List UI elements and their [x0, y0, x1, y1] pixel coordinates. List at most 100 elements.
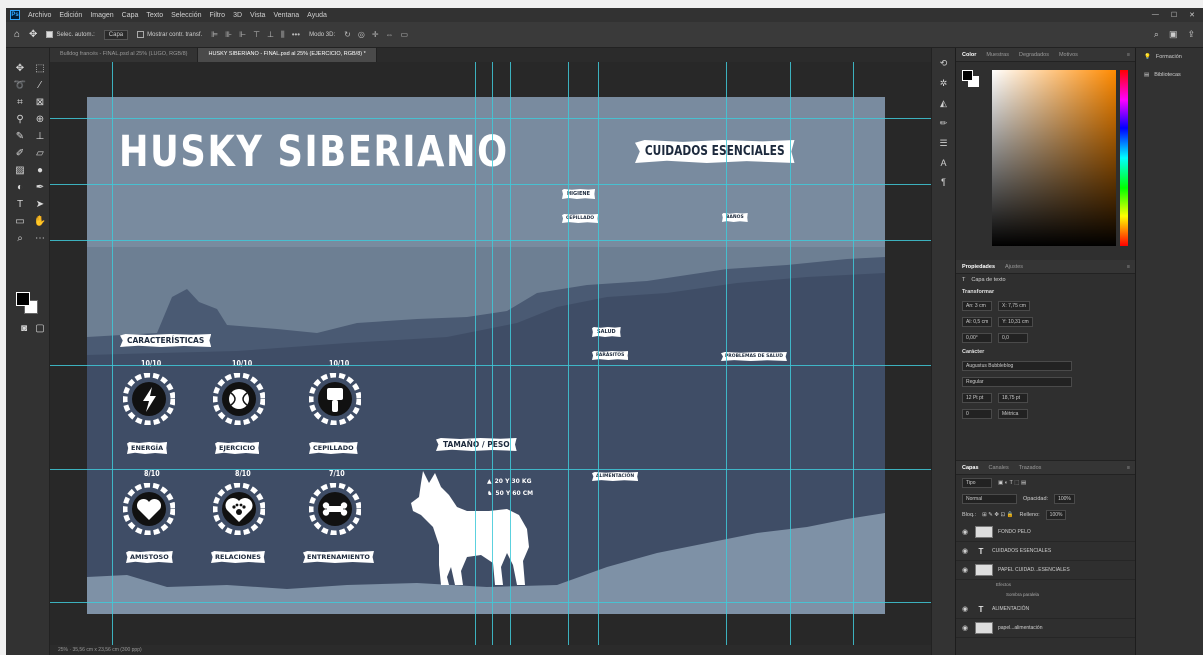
- tracking-field[interactable]: 0: [962, 409, 992, 419]
- layer-row[interactable]: ◉ PAPEL CUIDAD...ESENCIALES: [956, 561, 1136, 580]
- settings-icon[interactable]: ✲: [940, 78, 948, 89]
- cepillado-label[interactable]: CEPILLADO: [309, 442, 358, 454]
- page-title[interactable]: HUSKY SIBERIANO: [119, 127, 509, 177]
- menu-seleccion[interactable]: Selección: [171, 12, 201, 19]
- husky-silhouette-icon[interactable]: [409, 467, 539, 589]
- auto-select-dropdown[interactable]: Capa: [103, 29, 129, 40]
- y-field[interactable]: Y: 10,31 cm: [998, 317, 1033, 327]
- tab-propiedades[interactable]: Propiedades: [962, 264, 995, 270]
- filter-icons[interactable]: ▣ ◐ T ⬚ ▤: [998, 480, 1026, 486]
- font-family-select[interactable]: Augustus Bubbleblog: [962, 361, 1072, 371]
- paragraph-icon[interactable]: ¶: [941, 177, 946, 187]
- photoshop-logo-icon[interactable]: Ps: [10, 10, 20, 20]
- guide-vertical[interactable]: [790, 62, 791, 645]
- menu-3d[interactable]: 3D: [233, 12, 242, 19]
- guide-vertical[interactable]: [510, 62, 511, 645]
- heart-icon[interactable]: [123, 483, 175, 535]
- brush-icon[interactable]: [309, 373, 361, 425]
- paw-heart-icon[interactable]: [213, 483, 265, 535]
- drop-shadow-effect[interactable]: Sombra paralela: [956, 590, 1136, 600]
- orbit-3d-icon[interactable]: ↻: [344, 30, 351, 39]
- scale-3d-icon[interactable]: ▭: [401, 30, 409, 39]
- guide-vertical[interactable]: [475, 62, 476, 645]
- opacity-field[interactable]: 100%: [1054, 494, 1075, 504]
- tab-canales[interactable]: Canales: [989, 465, 1009, 471]
- artboard[interactable]: HUSKY SIBERIANO CUIDADOS ESENCIALES HIGI…: [87, 97, 885, 614]
- slide-3d-icon[interactable]: ⇔: [386, 30, 394, 39]
- layer-comps-icon[interactable]: ☰: [939, 138, 947, 149]
- layer-name[interactable]: ALIMENTACIÓN: [992, 606, 1029, 612]
- frame-icon[interactable]: ⊠: [32, 96, 48, 110]
- guide-horizontal[interactable]: [50, 602, 931, 603]
- energia-label[interactable]: ENERGÍA: [127, 442, 168, 454]
- gradient-icon[interactable]: ▨: [12, 164, 28, 178]
- bone-icon[interactable]: [309, 483, 361, 535]
- guide-vertical[interactable]: [598, 62, 599, 645]
- menu-ventana[interactable]: Ventana: [273, 12, 299, 19]
- layer-row[interactable]: ◉ T ALIMENTACIÓN: [956, 600, 1136, 619]
- layer-name[interactable]: papel...alimentación: [998, 625, 1042, 631]
- care-problemas-badge[interactable]: PROBLEMAS DE SALUD: [721, 352, 787, 361]
- tab-color[interactable]: Color: [962, 52, 976, 58]
- tab-ajustes[interactable]: Ajustes: [1005, 264, 1023, 270]
- doc-tab-bulldog[interactable]: Bulldog francés - FINAL.psd al 25% (LUGO…: [50, 48, 199, 62]
- menu-imagen[interactable]: Imagen: [90, 12, 113, 19]
- characteristics-title-badge[interactable]: CARACTERÍSTICAS: [120, 334, 212, 347]
- layer-name[interactable]: PAPEL CUIDAD...ESENCIALES: [998, 567, 1070, 573]
- care-salud-badge[interactable]: SALUD: [592, 327, 621, 337]
- foreground-color-swatch[interactable]: [16, 292, 30, 306]
- layer-effects-label[interactable]: Efectos: [956, 580, 1136, 590]
- align-top-icon[interactable]: ⊤: [253, 30, 260, 40]
- bibliotecas-button[interactable]: ▤ Bibliotecas: [1136, 66, 1203, 84]
- rectangle-icon[interactable]: ▭: [12, 215, 28, 229]
- distribute-icon[interactable]: ⫼: [281, 30, 285, 40]
- align-right-icon[interactable]: ⊩: [239, 30, 246, 40]
- care-title-badge[interactable]: CUIDADOS ESENCIALES: [635, 140, 795, 163]
- tab-capas[interactable]: Capas: [962, 465, 979, 471]
- kerning-field[interactable]: Métrica: [998, 409, 1028, 419]
- marquee-icon[interactable]: ⬚: [32, 62, 48, 76]
- eyedropper-icon[interactable]: ⚲: [12, 113, 28, 127]
- layer-filter-select[interactable]: Tipo: [962, 478, 992, 488]
- move-tool-icon[interactable]: ✥: [29, 29, 37, 40]
- entrenamiento-label[interactable]: ENTRENAMIENTO: [303, 551, 374, 563]
- dodge-icon[interactable]: ◐: [12, 181, 28, 195]
- fill-field[interactable]: 100%: [1045, 510, 1067, 520]
- auto-select-checkbox[interactable]: Selec. autom.:: [46, 31, 95, 38]
- canvas-area[interactable]: HUSKY SIBERIANO CUIDADOS ESENCIALES HIGI…: [50, 62, 931, 645]
- relaciones-label[interactable]: RELACIONES: [211, 551, 265, 563]
- visibility-eye-icon[interactable]: ◉: [962, 566, 970, 574]
- screen-mode-icon[interactable]: ▢: [32, 322, 48, 336]
- guide-vertical[interactable]: [492, 62, 493, 645]
- ejercicio-label[interactable]: EJERCICIO: [215, 442, 260, 454]
- formacion-button[interactable]: 💡 Formación: [1136, 48, 1203, 66]
- guide-vertical[interactable]: [853, 62, 854, 645]
- visibility-eye-icon[interactable]: ◉: [962, 624, 970, 632]
- maximize-button[interactable]: ☐: [1171, 11, 1177, 19]
- layer-name[interactable]: CUIDADOS ESENCIALES: [992, 548, 1051, 554]
- transform-header[interactable]: Transformar: [962, 289, 994, 295]
- guide-vertical[interactable]: [568, 62, 569, 645]
- spot-heal-icon[interactable]: ⊕: [32, 113, 48, 127]
- path-select-icon[interactable]: ➤: [32, 198, 48, 212]
- visibility-eye-icon[interactable]: ◉: [962, 605, 970, 613]
- guide-horizontal[interactable]: [50, 184, 931, 185]
- brush-icon[interactable]: ✎: [12, 130, 28, 144]
- move-icon[interactable]: ✥: [12, 62, 28, 76]
- width-field[interactable]: An: 3 cm: [962, 301, 992, 311]
- layer-name[interactable]: FONDO PELO: [998, 529, 1031, 535]
- history-icon[interactable]: ⟲: [940, 58, 948, 69]
- align-left-icon[interactable]: ⊫: [211, 30, 218, 40]
- roll-3d-icon[interactable]: ◎: [358, 30, 365, 39]
- tab-degradados[interactable]: Degradados: [1019, 52, 1049, 58]
- color-picker-field[interactable]: [992, 70, 1116, 246]
- show-transform-checkbox[interactable]: Mostrar contr. transf.: [137, 31, 202, 38]
- care-higiene-badge[interactable]: HIGIENE: [562, 189, 596, 199]
- pan-3d-icon[interactable]: ✛: [372, 30, 379, 39]
- tab-motivos[interactable]: Motivos: [1059, 52, 1078, 58]
- more-options-button[interactable]: •••: [292, 30, 300, 40]
- menu-filtro[interactable]: Filtro: [210, 12, 226, 19]
- menu-ayuda[interactable]: Ayuda: [307, 12, 327, 19]
- workspace-icon[interactable]: ▣: [1169, 29, 1178, 40]
- close-button[interactable]: ✕: [1189, 11, 1195, 19]
